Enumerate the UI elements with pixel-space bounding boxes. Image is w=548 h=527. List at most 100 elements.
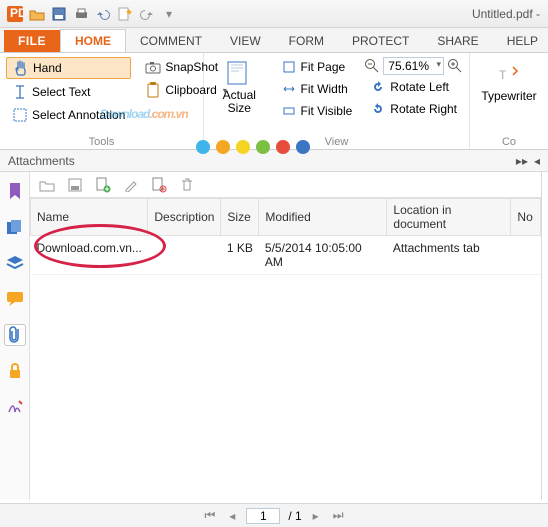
select-text-button[interactable]: Select Text (6, 82, 131, 102)
nav-attachments-icon[interactable] (4, 324, 26, 346)
zoom-in-icon[interactable] (447, 58, 463, 74)
table-row[interactable]: Download.com.vn... 1 KB 5/5/2014 10:05:0… (31, 236, 541, 275)
select-annotation-label: Select Annotation (32, 108, 125, 122)
rotate-left-button[interactable]: Rotate Left (364, 77, 463, 97)
ribbon-group-view: Actual Size Fit Page Fit Width Fit Visib… (204, 53, 470, 149)
page-input[interactable]: 1 (246, 508, 280, 524)
ribbon: Hand Select Text Select Annotation SnapS… (0, 52, 548, 150)
fit-width-label: Fit Width (301, 82, 348, 96)
col-modified[interactable]: Modified (259, 199, 387, 236)
document-sliver (542, 172, 548, 500)
undo-icon[interactable] (94, 5, 112, 23)
panel-collapse-icon[interactable]: ▸▸ (516, 154, 528, 168)
ribbon-group-tools: Hand Select Text Select Annotation SnapS… (0, 53, 204, 149)
cell-modified: 5/5/2014 10:05:00 AM (259, 236, 387, 275)
tab-form[interactable]: FORM (275, 30, 338, 52)
open-attachment-icon[interactable] (38, 176, 56, 194)
rotate-left-label: Rotate Left (390, 80, 449, 94)
rotate-right-label: Rotate Right (390, 102, 457, 116)
new-star-icon[interactable] (116, 5, 134, 23)
tab-file[interactable]: FILE (4, 30, 60, 52)
fit-page-label: Fit Page (301, 60, 346, 74)
nav-pages-icon[interactable] (4, 216, 26, 238)
last-page-button[interactable]: ⏭ (330, 508, 347, 523)
typewriter-label: Typewriter (481, 89, 536, 103)
cell-description (148, 236, 221, 275)
window-title: Untitled.pdf - (472, 7, 544, 21)
nav-security-icon[interactable] (4, 360, 26, 382)
tab-protect[interactable]: PROTECT (338, 30, 423, 52)
nav-bookmarks-icon[interactable] (4, 180, 26, 202)
save-icon[interactable] (50, 5, 68, 23)
select-text-label: Select Text (32, 85, 90, 99)
col-description[interactable]: Description (148, 199, 221, 236)
attachments-table: Name Description Size Modified Location … (30, 198, 541, 275)
rotate-left-icon (370, 79, 386, 95)
panel-prev-icon[interactable]: ◂ (534, 154, 540, 168)
tab-help[interactable]: HELP (493, 30, 548, 52)
tab-home[interactable]: HOME (60, 29, 126, 52)
hand-icon (13, 60, 29, 76)
app-icon: PDF (6, 5, 24, 23)
fit-page-icon (281, 59, 297, 75)
actual-size-label: Actual Size (216, 89, 263, 115)
hand-tool-button[interactable]: Hand (6, 57, 131, 79)
cell-size: 1 KB (221, 236, 259, 275)
col-size[interactable]: Size (221, 199, 259, 236)
print-icon[interactable] (72, 5, 90, 23)
prev-page-button[interactable]: ◂ (226, 509, 238, 523)
fit-visible-icon (281, 103, 297, 119)
attachments-title: Attachments (8, 154, 75, 168)
fit-visible-button[interactable]: Fit Visible (275, 101, 359, 121)
typewriter-icon: T (495, 59, 523, 87)
attachments-panel: Name Description Size Modified Location … (30, 172, 542, 500)
typewriter-button[interactable]: T Typewriter (475, 57, 542, 105)
svg-text:T: T (499, 68, 507, 82)
ribbon-group-comment: T Typewriter Co (470, 53, 548, 149)
tab-comment[interactable]: COMMENT (126, 30, 216, 52)
tab-view[interactable]: VIEW (216, 30, 275, 52)
col-name[interactable]: Name (31, 199, 148, 236)
attachments-panel-header: Attachments ▸▸ ◂ (0, 150, 548, 172)
hand-label: Hand (33, 61, 62, 75)
tools-group-label: Tools (0, 136, 203, 148)
qat-dropdown-icon[interactable]: ▾ (160, 5, 178, 23)
fit-visible-label: Fit Visible (301, 104, 353, 118)
open-icon[interactable] (28, 5, 46, 23)
actual-size-button[interactable]: Actual Size (210, 57, 269, 117)
nav-comments-icon[interactable] (4, 288, 26, 310)
annotation-select-icon (12, 107, 28, 123)
delete-attachment-icon[interactable] (178, 176, 196, 194)
select-annotation-button[interactable]: Select Annotation (6, 105, 131, 125)
view-group-label: View (204, 136, 469, 148)
redo-icon[interactable] (138, 5, 156, 23)
fit-page-button[interactable]: Fit Page (275, 57, 359, 77)
clipboard-icon (145, 82, 161, 98)
zoom-combo[interactable]: 75.61% (383, 57, 444, 75)
svg-text:PDF: PDF (10, 6, 23, 20)
rotate-right-button[interactable]: Rotate Right (364, 99, 463, 119)
ribbon-tabs: FILE HOME COMMENT VIEW FORM PROTECT SHAR… (0, 28, 548, 52)
main-area: Name Description Size Modified Location … (0, 172, 548, 500)
camera-icon (145, 59, 161, 75)
zoom-out-icon[interactable] (364, 58, 380, 74)
attachments-toolbar (30, 172, 541, 198)
col-no[interactable]: No (511, 199, 541, 236)
add-attachment-icon[interactable] (94, 176, 112, 194)
cell-name: Download.com.vn... (31, 236, 148, 275)
fit-width-button[interactable]: Fit Width (275, 79, 359, 99)
next-page-button[interactable]: ▸ (310, 509, 322, 523)
fit-width-icon (281, 81, 297, 97)
nav-signatures-icon[interactable] (4, 396, 26, 418)
text-cursor-icon (12, 84, 28, 100)
col-location[interactable]: Location in document (387, 199, 511, 236)
attachment-settings-icon[interactable] (150, 176, 168, 194)
tab-share[interactable]: SHARE (423, 30, 492, 52)
first-page-button[interactable]: ⏮ (201, 508, 218, 523)
save-attachment-icon[interactable] (66, 176, 84, 194)
status-bar: ⏮ ◂ 1 / 1 ▸ ⏭ (0, 503, 548, 527)
page-total: / 1 (288, 509, 301, 523)
rotate-right-icon (370, 101, 386, 117)
nav-layers-icon[interactable] (4, 252, 26, 274)
edit-attachment-icon[interactable] (122, 176, 140, 194)
